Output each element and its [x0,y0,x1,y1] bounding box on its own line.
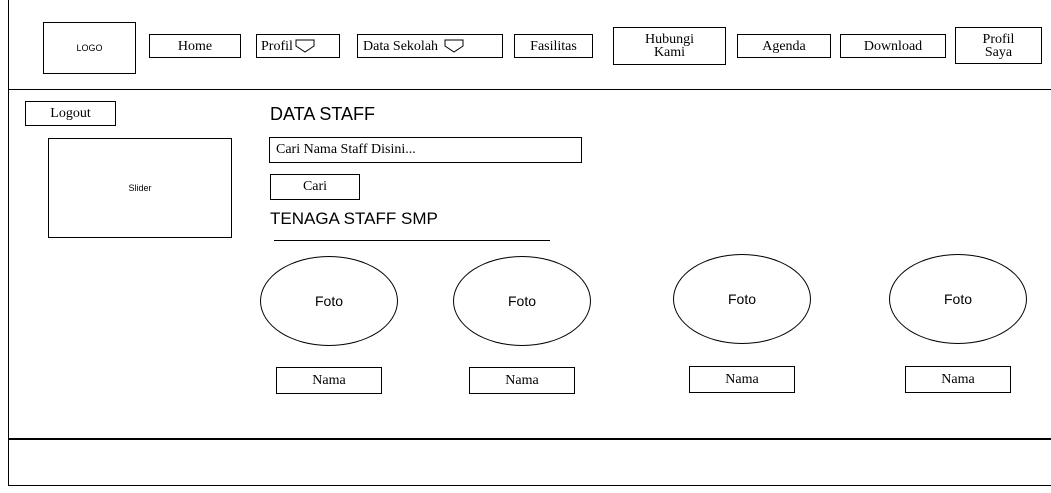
nav-agenda-button[interactable]: Agenda [737,34,831,58]
staff-name-label: Nama [312,372,346,388]
chevron-down-icon [444,39,464,53]
logout-button[interactable]: Logout [25,101,116,126]
nav-fasilitas-label: Fasilitas [530,38,577,54]
staff-photo-label: Foto [314,293,343,309]
nav-home-button[interactable]: Home [149,34,241,58]
nav-home-label: Home [177,38,213,54]
nav-download-button[interactable]: Download [840,34,946,58]
nav-profil-saya-line1: Profil [982,31,1015,47]
staff-name: Nama [905,366,1011,393]
nav-fasilitas-button[interactable]: Fasilitas [514,34,593,58]
logo: LOGO [43,22,136,74]
staff-photo: Foto [673,254,811,344]
nav-download-label: Download [863,38,923,54]
staff-photo-label: Foto [943,291,972,307]
slider[interactable]: Slider [48,138,232,238]
nav-hubungi-label-line2: Kami [653,45,686,60]
page-title: DATA STAFF [270,104,376,124]
staff-photo: Foto [260,256,398,346]
staff-photo-label: Foto [507,293,536,309]
staff-photo: Foto [889,254,1027,344]
nav-profil-dropdown[interactable]: Profil [256,34,340,58]
nav-profil-label: Profil [261,38,293,54]
staff-name-label: Nama [941,371,975,387]
staff-photo-label: Foto [727,291,756,307]
slider-label: Slider [128,183,152,193]
search-button[interactable]: Cari [270,174,360,200]
staff-name: Nama [469,367,575,394]
section-divider [274,240,550,241]
staff-photo: Foto [453,256,591,346]
staff-name-label: Nama [505,372,539,388]
logo-text: LOGO [76,43,103,53]
search-button-label: Cari [302,179,328,194]
chevron-down-icon [295,39,315,53]
nav-agenda-label: Agenda [762,38,806,54]
staff-name: Nama [276,367,382,394]
section-title: TENAGA STAFF SMP [270,209,438,228]
nav-hubungi-kami-button[interactable]: Hubungi Kami [613,27,726,65]
nav-profil-saya-line2: Saya [984,44,1013,60]
footer-bar [8,439,1051,486]
staff-name-label: Nama [725,371,759,387]
logout-label: Logout [50,105,91,121]
nav-data-sekolah-label: Data Sekolah [363,38,439,54]
staff-name: Nama [689,366,795,393]
nav-profil-saya-button[interactable]: Profil Saya [955,27,1042,64]
search-input[interactable] [269,137,582,163]
nav-data-sekolah-dropdown[interactable]: Data Sekolah [357,34,503,58]
